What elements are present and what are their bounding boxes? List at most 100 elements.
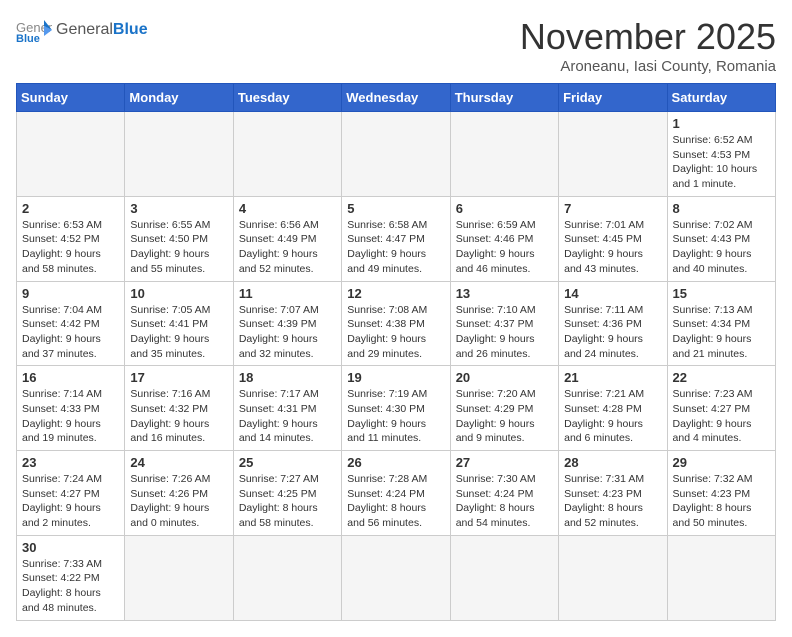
svg-text:Blue: Blue: [16, 33, 40, 44]
day-info: Sunrise: 7:33 AM Sunset: 4:22 PM Dayligh…: [22, 557, 119, 616]
calendar-week-row: 1Sunrise: 6:52 AM Sunset: 4:53 PM Daylig…: [17, 112, 776, 197]
day-number: 12: [347, 286, 444, 301]
day-number: 22: [673, 370, 770, 385]
day-number: 15: [673, 286, 770, 301]
calendar-cell: 20 Sunrise: 7:20 AM Sunset: 4:29 PM Dayli…: [450, 366, 558, 451]
day-number: 16: [22, 370, 119, 385]
day-number: 11: [239, 286, 336, 301]
calendar-cell: [125, 112, 233, 197]
day-number: 23: [22, 455, 119, 470]
day-info: Sunrise: 7:20 AM Sunset: 4:29 PM Dayligh…: [456, 387, 553, 446]
day-number: 30: [22, 540, 119, 555]
day-number: 9: [22, 286, 119, 301]
weekday-header: Friday: [559, 84, 667, 112]
weekday-header: Saturday: [667, 84, 775, 112]
day-number: 7: [564, 201, 661, 216]
day-number: 25: [239, 455, 336, 470]
day-info: Sunrise: 7:27 AM Sunset: 4:25 PM Dayligh…: [239, 472, 336, 531]
logo: General Blue GeneralBlue: [16, 16, 148, 44]
calendar-cell: 18 Sunrise: 7:17 AM Sunset: 4:31 PM Dayli…: [233, 366, 341, 451]
day-number: 18: [239, 370, 336, 385]
calendar-cell: 3 Sunrise: 6:55 AM Sunset: 4:50 PM Daylig…: [125, 196, 233, 281]
calendar-week-row: 16 Sunrise: 7:14 AM Sunset: 4:33 PM Dayli…: [17, 366, 776, 451]
day-info: Sunrise: 7:14 AM Sunset: 4:33 PM Dayligh…: [22, 387, 119, 446]
day-info: Sunrise: 7:31 AM Sunset: 4:23 PM Dayligh…: [564, 472, 661, 531]
calendar-cell: [559, 112, 667, 197]
calendar-cell: [233, 535, 341, 620]
calendar-week-row: 23Sunrise: 7:24 AM Sunset: 4:27 PM Dayli…: [17, 451, 776, 536]
day-info: Sunrise: 7:32 AM Sunset: 4:23 PM Dayligh…: [673, 472, 770, 531]
day-info: Sunrise: 6:56 AM Sunset: 4:49 PM Dayligh…: [239, 218, 336, 277]
day-info: Sunrise: 7:08 AM Sunset: 4:38 PM Dayligh…: [347, 303, 444, 362]
day-info: Sunrise: 7:10 AM Sunset: 4:37 PM Dayligh…: [456, 303, 553, 362]
calendar-cell: 22 Sunrise: 7:23 AM Sunset: 4:27 PM Dayli…: [667, 366, 775, 451]
calendar-cell: 9 Sunrise: 7:04 AM Sunset: 4:42 PM Daylig…: [17, 281, 125, 366]
day-number: 4: [239, 201, 336, 216]
calendar-cell: 19 Sunrise: 7:19 AM Sunset: 4:30 PM Dayli…: [342, 366, 450, 451]
calendar-cell: 12 Sunrise: 7:08 AM Sunset: 4:38 PM Dayli…: [342, 281, 450, 366]
day-info: Sunrise: 6:59 AM Sunset: 4:46 PM Dayligh…: [456, 218, 553, 277]
calendar-cell: [233, 112, 341, 197]
calendar-cell: [342, 112, 450, 197]
calendar-cell: 1Sunrise: 6:52 AM Sunset: 4:53 PM Daylig…: [667, 112, 775, 197]
day-number: 28: [564, 455, 661, 470]
day-info: Sunrise: 7:13 AM Sunset: 4:34 PM Dayligh…: [673, 303, 770, 362]
day-number: 14: [564, 286, 661, 301]
day-info: Sunrise: 7:30 AM Sunset: 4:24 PM Dayligh…: [456, 472, 553, 531]
calendar-cell: [450, 535, 558, 620]
day-info: Sunrise: 7:17 AM Sunset: 4:31 PM Dayligh…: [239, 387, 336, 446]
calendar-cell: 14Sunrise: 7:11 AM Sunset: 4:36 PM Dayli…: [559, 281, 667, 366]
day-info: Sunrise: 7:19 AM Sunset: 4:30 PM Dayligh…: [347, 387, 444, 446]
weekday-header: Thursday: [450, 84, 558, 112]
day-info: Sunrise: 7:07 AM Sunset: 4:39 PM Dayligh…: [239, 303, 336, 362]
header: General Blue GeneralBlue November 2025 A…: [16, 16, 776, 75]
day-number: 17: [130, 370, 227, 385]
calendar-cell: [17, 112, 125, 197]
day-number: 6: [456, 201, 553, 216]
month-title: November 2025: [520, 16, 776, 58]
calendar-cell: 5Sunrise: 6:58 AM Sunset: 4:47 PM Daylig…: [342, 196, 450, 281]
day-info: Sunrise: 7:04 AM Sunset: 4:42 PM Dayligh…: [22, 303, 119, 362]
calendar-cell: 7Sunrise: 7:01 AM Sunset: 4:45 PM Daylig…: [559, 196, 667, 281]
calendar-cell: 26Sunrise: 7:28 AM Sunset: 4:24 PM Dayli…: [342, 451, 450, 536]
calendar-week-row: 30 Sunrise: 7:33 AM Sunset: 4:22 PM Dayli…: [17, 535, 776, 620]
weekday-header: Monday: [125, 84, 233, 112]
calendar-header-row: SundayMondayTuesdayWednesdayThursdayFrid…: [17, 84, 776, 112]
day-number: 8: [673, 201, 770, 216]
day-number: 3: [130, 201, 227, 216]
day-number: 27: [456, 455, 553, 470]
calendar-cell: 15 Sunrise: 7:13 AM Sunset: 4:34 PM Dayli…: [667, 281, 775, 366]
calendar-cell: [125, 535, 233, 620]
day-number: 13: [456, 286, 553, 301]
calendar-cell: 2 Sunrise: 6:53 AM Sunset: 4:52 PM Daylig…: [17, 196, 125, 281]
calendar-cell: 6 Sunrise: 6:59 AM Sunset: 4:46 PM Daylig…: [450, 196, 558, 281]
weekday-header: Wednesday: [342, 84, 450, 112]
calendar-cell: [450, 112, 558, 197]
calendar-cell: 27 Sunrise: 7:30 AM Sunset: 4:24 PM Dayli…: [450, 451, 558, 536]
calendar-week-row: 9 Sunrise: 7:04 AM Sunset: 4:42 PM Daylig…: [17, 281, 776, 366]
calendar-cell: 24Sunrise: 7:26 AM Sunset: 4:26 PM Dayli…: [125, 451, 233, 536]
calendar-cell: 23Sunrise: 7:24 AM Sunset: 4:27 PM Dayli…: [17, 451, 125, 536]
calendar-cell: 16 Sunrise: 7:14 AM Sunset: 4:33 PM Dayli…: [17, 366, 125, 451]
calendar-table: SundayMondayTuesdayWednesdayThursdayFrid…: [16, 83, 776, 621]
day-number: 19: [347, 370, 444, 385]
logo-general: General: [56, 21, 113, 38]
day-info: Sunrise: 6:55 AM Sunset: 4:50 PM Dayligh…: [130, 218, 227, 277]
weekday-header: Sunday: [17, 84, 125, 112]
day-info: Sunrise: 7:23 AM Sunset: 4:27 PM Dayligh…: [673, 387, 770, 446]
day-number: 20: [456, 370, 553, 385]
day-number: 10: [130, 286, 227, 301]
day-info: Sunrise: 7:26 AM Sunset: 4:26 PM Dayligh…: [130, 472, 227, 531]
day-info: Sunrise: 7:05 AM Sunset: 4:41 PM Dayligh…: [130, 303, 227, 362]
day-info: Sunrise: 6:53 AM Sunset: 4:52 PM Dayligh…: [22, 218, 119, 277]
day-info: Sunrise: 7:02 AM Sunset: 4:43 PM Dayligh…: [673, 218, 770, 277]
logo-svg: General Blue: [16, 16, 52, 44]
calendar-cell: 28 Sunrise: 7:31 AM Sunset: 4:23 PM Dayli…: [559, 451, 667, 536]
calendar-cell: 4 Sunrise: 6:56 AM Sunset: 4:49 PM Daylig…: [233, 196, 341, 281]
day-number: 2: [22, 201, 119, 216]
weekday-header: Tuesday: [233, 84, 341, 112]
day-info: Sunrise: 6:52 AM Sunset: 4:53 PM Dayligh…: [673, 133, 770, 192]
logo-blue: Blue: [113, 21, 148, 38]
day-info: Sunrise: 7:21 AM Sunset: 4:28 PM Dayligh…: [564, 387, 661, 446]
calendar-cell: [342, 535, 450, 620]
